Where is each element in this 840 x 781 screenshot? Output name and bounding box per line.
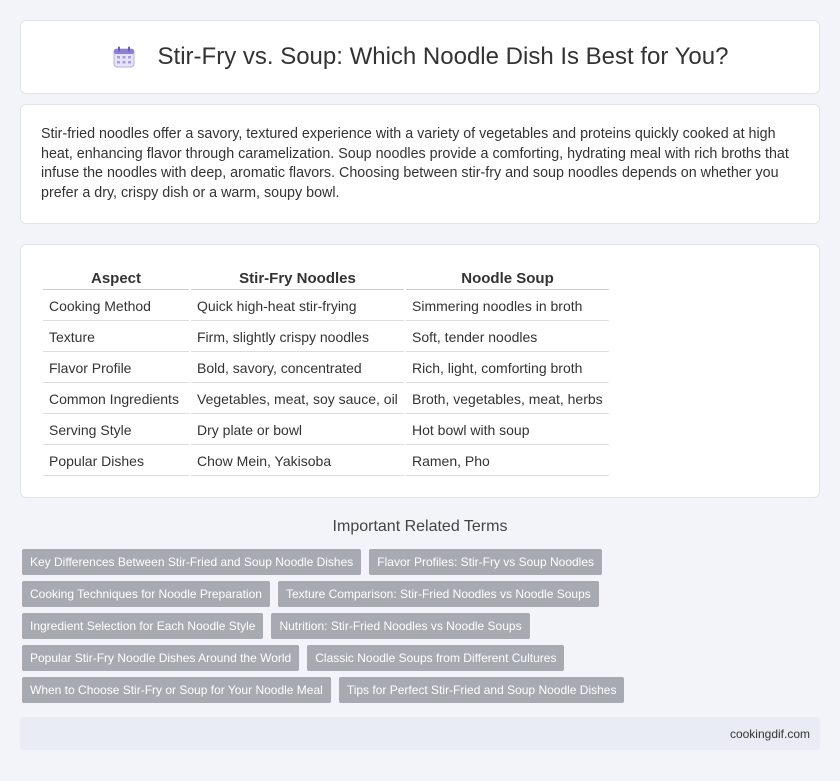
related-tags: Key Differences Between Stir-Fried and S… [20, 549, 820, 709]
footer-site-link[interactable]: cookingdif.com [730, 727, 810, 741]
table-header-row: Aspect Stir-Fry Noodles Noodle Soup [43, 268, 609, 290]
table-cell: Broth, vegetables, meat, herbs [406, 385, 609, 414]
related-tag[interactable]: Flavor Profiles: Stir-Fry vs Soup Noodle… [369, 549, 603, 575]
table-cell: Common Ingredients [43, 385, 189, 414]
table-row: Flavor Profile Bold, savory, concentrated… [43, 354, 609, 383]
table-cell: Flavor Profile [43, 354, 189, 383]
table-cell: Chow Mein, Yakisoba [191, 447, 404, 476]
related-tag[interactable]: Nutrition: Stir-Fried Noodles vs Noodle … [271, 613, 530, 639]
related-tag[interactable]: Cooking Techniques for Noodle Preparatio… [22, 581, 270, 607]
table-row: Texture Firm, slightly crispy noodles Soft… [43, 323, 609, 352]
related-tag[interactable]: When to Choose Stir-Fry or Soup for Your… [22, 677, 331, 703]
table-cell: Soft, tender noodles [406, 323, 609, 352]
page-header: Stir-Fry vs. Soup: Which Noodle Dish Is … [20, 20, 820, 94]
table-cell: Rich, light, comforting broth [406, 354, 609, 383]
table-cell: Dry plate or bowl [191, 416, 404, 445]
table-cell: Ramen, Pho [406, 447, 609, 476]
related-tag[interactable]: Popular Stir-Fry Noodle Dishes Around th… [22, 645, 300, 671]
calendar-icon [113, 46, 135, 68]
table-cell: Firm, slightly crispy noodles [191, 323, 404, 352]
table-cell: Vegetables, meat, soy sauce, oil [191, 385, 404, 414]
related-tag[interactable]: Classic Noodle Soups from Different Cult… [307, 645, 565, 671]
table-row: Popular Dishes Chow Mein, Yakisoba Ramen, … [43, 447, 609, 476]
intro-text: Stir-fried noodles offer a savory, textu… [41, 126, 789, 201]
table-row: Serving Style Dry plate or bowl Hot bowl w… [43, 416, 609, 445]
table-row: Cooking Method Quick high-heat stir-fryin… [43, 292, 609, 321]
table-cell: Simmering noodles in broth [406, 292, 609, 321]
table-cell: Cooking Method [43, 292, 189, 321]
intro-card: Stir-fried noodles offer a savory, textu… [20, 104, 820, 224]
column-header: Aspect [43, 268, 189, 290]
table-row: Common Ingredients Vegetables, meat, soy … [43, 385, 609, 414]
page-title: Stir-Fry vs. Soup: Which Noodle Dish Is … [157, 43, 729, 70]
column-header: Noodle Soup [406, 268, 609, 290]
table-cell: Serving Style [43, 416, 189, 445]
comparison-table-card: Aspect Stir-Fry Noodles Noodle Soup Cook… [20, 244, 820, 498]
footer: cookingdif.com [20, 717, 820, 750]
related-tag[interactable]: Texture Comparison: Stir-Fried Noodles v… [277, 581, 599, 607]
table-cell: Popular Dishes [43, 447, 189, 476]
related-tag[interactable]: Key Differences Between Stir-Fried and S… [22, 549, 362, 575]
table-cell: Quick high-heat stir-frying [191, 292, 404, 321]
related-tag[interactable]: Ingredient Selection for Each Noodle Sty… [22, 613, 264, 639]
comparison-table: Aspect Stir-Fry Noodles Noodle Soup Cook… [41, 266, 611, 478]
column-header: Stir-Fry Noodles [191, 268, 404, 290]
table-cell: Texture [43, 323, 189, 352]
related-terms-title: Important Related Terms [332, 518, 508, 535]
table-cell: Hot bowl with soup [406, 416, 609, 445]
related-tag[interactable]: Tips for Perfect Stir-Fried and Soup Noo… [338, 677, 625, 703]
table-cell: Bold, savory, concentrated [191, 354, 404, 383]
